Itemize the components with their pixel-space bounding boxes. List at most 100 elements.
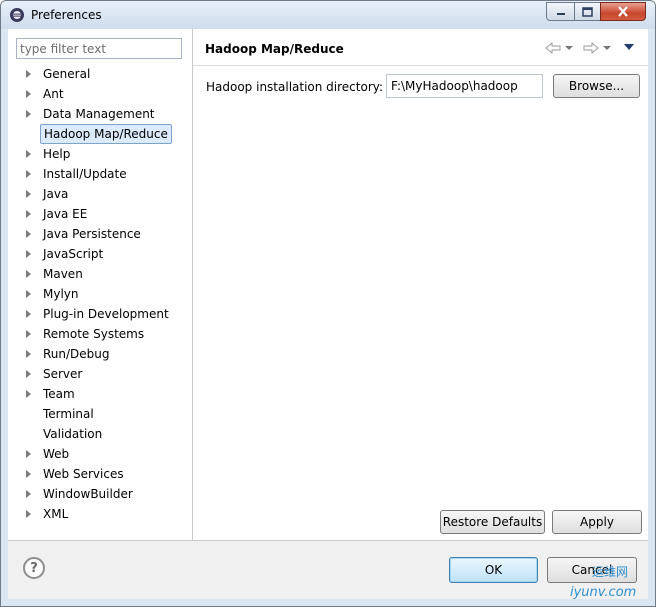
tree-item[interactable]: Hadoop Map/Reduce — [8, 124, 192, 144]
restore-defaults-button[interactable]: Restore Defaults — [440, 510, 545, 534]
expand-arrow-icon[interactable] — [26, 330, 31, 338]
tree-item-label: Web — [43, 447, 70, 461]
tree-item-label: Hadoop Map/Reduce — [40, 124, 172, 144]
minimize-icon — [556, 12, 565, 15]
expand-arrow-icon[interactable] — [26, 150, 31, 158]
maximize-button[interactable] — [574, 2, 601, 21]
expand-arrow-icon[interactable] — [26, 390, 31, 398]
expand-arrow-icon[interactable] — [26, 250, 31, 258]
tree-item-label: Maven — [43, 267, 83, 281]
close-button[interactable] — [600, 2, 646, 21]
dialog-client-area: General Ant Data Management Hadoop Map/Redu… — [8, 29, 648, 599]
minimize-button[interactable] — [546, 2, 575, 21]
chevron-down-icon — [565, 46, 573, 50]
installation-directory-label: Hadoop installation directory: — [206, 80, 384, 94]
tree-item[interactable]: Mylyn — [8, 284, 192, 304]
apply-button[interactable]: Apply — [552, 510, 642, 534]
page-title: Hadoop Map/Reduce — [205, 42, 344, 56]
expand-arrow-icon[interactable] — [26, 90, 31, 98]
expand-arrow-icon[interactable] — [26, 490, 31, 498]
tree-item[interactable]: General — [8, 64, 192, 84]
tree-item-label: Validation — [43, 427, 103, 441]
tree-item[interactable]: JavaScript — [8, 244, 192, 264]
window-title: Preferences — [31, 8, 102, 22]
tree-item-label: Java EE — [43, 207, 88, 221]
expand-arrow-icon[interactable] — [26, 70, 31, 78]
installation-directory-input[interactable] — [386, 74, 543, 98]
forward-history-button[interactable] — [583, 41, 611, 55]
chevron-down-icon — [603, 46, 611, 50]
watermark-text: iyunv.com — [570, 585, 637, 600]
tree-item-label: JavaScript — [43, 247, 104, 261]
tree-item-label: Data Management — [43, 107, 155, 121]
title-bar[interactable]: Preferences — [1, 1, 655, 29]
tree-item-label: Server — [43, 367, 83, 381]
expand-arrow-icon[interactable] — [26, 110, 31, 118]
footer-divider — [8, 540, 648, 541]
tree-item[interactable]: Team — [8, 384, 192, 404]
expand-arrow-icon[interactable] — [26, 350, 31, 358]
preference-page: Hadoop Map/Reduce Hadoop installation di… — [193, 29, 648, 540]
browse-button[interactable]: Browse... — [553, 74, 640, 98]
tree-item-label: XML — [43, 507, 69, 521]
tree-item-label: Mylyn — [43, 287, 79, 301]
expand-arrow-icon[interactable] — [26, 370, 31, 378]
expand-arrow-icon[interactable] — [26, 190, 31, 198]
expand-arrow-icon[interactable] — [26, 510, 31, 518]
tree-item-label: WindowBuilder — [43, 487, 133, 501]
tree-item-label: Plug-in Development — [43, 307, 169, 321]
tree-item-label: Install/Update — [43, 167, 127, 181]
close-icon — [618, 6, 628, 17]
header-divider — [193, 65, 648, 66]
tree-item[interactable]: Maven — [8, 264, 192, 284]
watermark-cn: 运维网 — [592, 565, 629, 579]
tree-item-label: Ant — [43, 87, 64, 101]
preferences-tree: General Ant Data Management Hadoop Map/Redu… — [8, 64, 192, 524]
tree-item[interactable]: Java — [8, 184, 192, 204]
tree-item-label: Remote Systems — [43, 327, 145, 341]
expand-arrow-icon[interactable] — [26, 290, 31, 298]
tree-item[interactable]: Plug-in Development — [8, 304, 192, 324]
expand-arrow-icon[interactable] — [26, 270, 31, 278]
expand-arrow-icon[interactable] — [26, 470, 31, 478]
tree-item-label: Team — [43, 387, 75, 401]
tree-item-label: Help — [43, 147, 71, 161]
expand-arrow-icon[interactable] — [26, 170, 31, 178]
forward-arrow-icon — [583, 42, 599, 54]
tree-item-label: Run/Debug — [43, 347, 110, 361]
expand-arrow-icon[interactable] — [26, 450, 31, 458]
tree-item[interactable]: Remote Systems — [8, 324, 192, 344]
tree-item-label: General — [43, 67, 91, 81]
tree-item-label: Terminal — [43, 407, 94, 421]
back-history-button[interactable] — [545, 41, 573, 55]
tree-item[interactable]: Web — [8, 444, 192, 464]
tree-item-label: Java — [43, 187, 69, 201]
tree-item[interactable]: Validation — [8, 424, 192, 444]
tree-item[interactable]: Run/Debug — [8, 344, 192, 364]
tree-item[interactable]: WindowBuilder — [8, 484, 192, 504]
tree-item[interactable]: Ant — [8, 84, 192, 104]
tree-item[interactable]: Install/Update — [8, 164, 192, 184]
back-arrow-icon — [545, 42, 561, 54]
expand-arrow-icon[interactable] — [26, 310, 31, 318]
tree-item[interactable]: Help — [8, 144, 192, 164]
tree-item[interactable]: Terminal — [8, 404, 192, 424]
tree-item-label: Web Services — [43, 467, 124, 481]
tree-item-label: Java Persistence — [43, 227, 141, 241]
help-icon[interactable]: ? — [23, 557, 45, 579]
tree-item[interactable]: Java Persistence — [8, 224, 192, 244]
ok-button[interactable]: OK — [449, 557, 538, 583]
eclipse-icon — [10, 8, 24, 22]
tree-item[interactable]: Server — [8, 364, 192, 384]
tree-item[interactable]: Java EE — [8, 204, 192, 224]
tree-item[interactable]: Data Management — [8, 104, 192, 124]
view-menu-icon[interactable] — [624, 44, 634, 50]
maximize-icon — [582, 6, 593, 17]
expand-arrow-icon[interactable] — [26, 230, 31, 238]
preferences-tree-panel: General Ant Data Management Hadoop Map/Redu… — [8, 29, 193, 540]
tree-item[interactable]: Web Services — [8, 464, 192, 484]
preferences-window: Preferences General Ant Data Management Had… — [0, 0, 656, 607]
filter-input[interactable] — [16, 38, 182, 59]
expand-arrow-icon[interactable] — [26, 210, 31, 218]
tree-item[interactable]: XML — [8, 504, 192, 524]
